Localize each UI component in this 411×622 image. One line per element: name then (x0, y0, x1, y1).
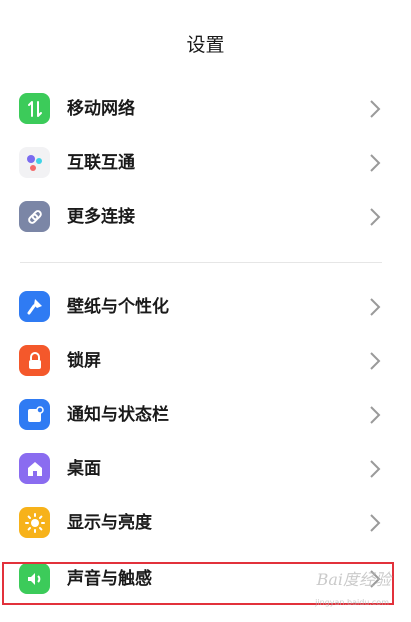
home-icon (19, 453, 50, 484)
settings-item-label: 更多连接 (67, 207, 135, 227)
settings-item-label: 显示与亮度 (67, 513, 152, 533)
group-divider (20, 262, 382, 263)
mobile-network-icon (19, 93, 50, 124)
settings-item-label: 移动网络 (67, 99, 135, 119)
settings-item-label: 壁纸与个性化 (67, 297, 169, 317)
chevron-right-icon (370, 514, 381, 532)
settings-item-label: 通知与状态栏 (67, 405, 169, 425)
settings-item-interconnect[interactable]: 互联互通 (0, 136, 411, 190)
settings-item-notifications[interactable]: 通知与状态栏 (0, 388, 411, 442)
interconnect-icon (19, 147, 50, 178)
settings-item-label: 桌面 (67, 459, 101, 479)
settings-item-lock-screen[interactable]: 锁屏 (0, 334, 411, 388)
chevron-right-icon (370, 100, 381, 118)
settings-item-mobile-network[interactable]: 移动网络 (0, 82, 411, 136)
chevron-right-icon (370, 208, 381, 226)
chevron-right-icon (370, 298, 381, 316)
wallpaper-brush-icon (19, 291, 50, 322)
chevron-right-icon (370, 352, 381, 370)
watermark-url: jingyan.baidu.com (315, 598, 389, 607)
more-connections-icon (19, 201, 50, 232)
notification-icon (19, 399, 50, 430)
settings-item-display-brightness[interactable]: 显示与亮度 (0, 496, 411, 550)
chevron-right-icon (370, 154, 381, 172)
settings-item-label: 互联互通 (67, 153, 135, 173)
lock-icon (19, 345, 50, 376)
chevron-right-icon (370, 460, 381, 478)
page-title: 设置 (186, 34, 225, 56)
settings-item-label: 锁屏 (67, 351, 101, 371)
settings-item-more-connections[interactable]: 更多连接 (0, 190, 411, 244)
brightness-icon (19, 507, 50, 538)
chevron-right-icon (370, 406, 381, 424)
status-bar (0, 0, 411, 10)
watermark-logo: Bai度经验 (316, 570, 391, 589)
settings-item-desktop[interactable]: 桌面 (0, 442, 411, 496)
settings-item-wallpaper[interactable]: 壁纸与个性化 (0, 280, 411, 334)
